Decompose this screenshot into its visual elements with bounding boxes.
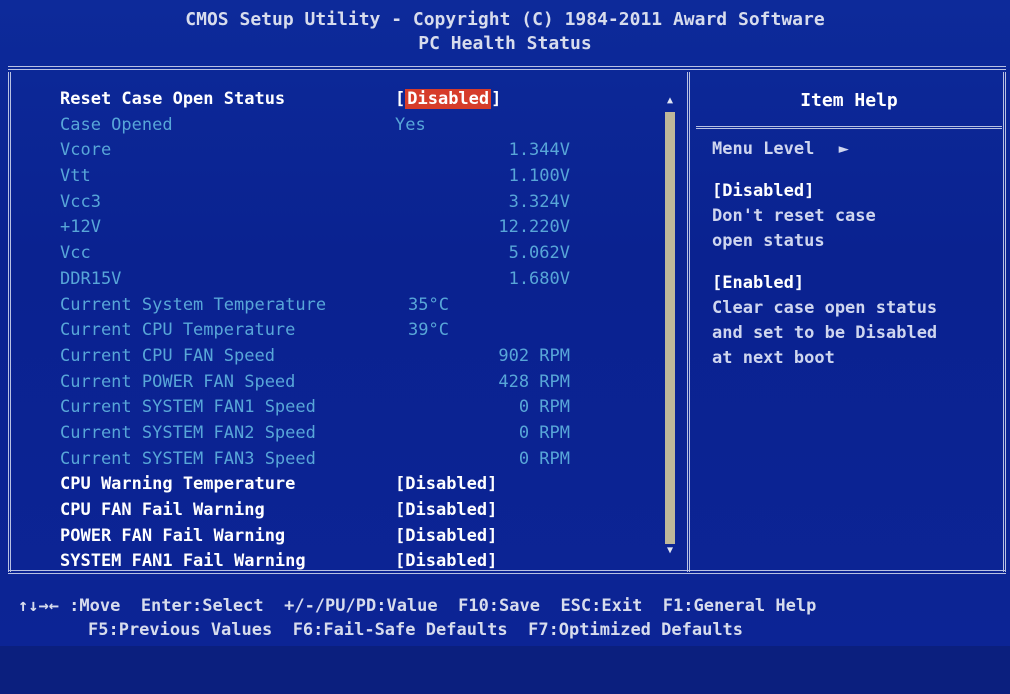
help-enabled-line-3: at next boot — [712, 348, 835, 368]
setting-value: 1.680V — [508, 268, 570, 289]
setting-label: CPU Warning Temperature — [60, 474, 296, 495]
setting-value[interactable]: [Disabled] — [395, 523, 497, 549]
page-title: PC Health Status — [418, 33, 592, 54]
setting-value: 1.344V — [508, 140, 570, 161]
setting-value: 5.062V — [508, 243, 570, 264]
setting-row: Current SYSTEM FAN2 Speed 0 RPM — [60, 420, 660, 446]
bios-screen: CMOS Setup Utility - Copyright (C) 1984-… — [0, 0, 1010, 646]
setting-label: Current POWER FAN Speed — [60, 371, 296, 392]
setting-label: Reset Case Open Status — [60, 89, 286, 109]
setting-row: Current SYSTEM FAN1 Speed 0 RPM — [60, 394, 660, 420]
help-enabled-title: [Enabled] — [712, 273, 805, 293]
app-title: CMOS Setup Utility - Copyright (C) 1984-… — [185, 9, 825, 30]
setting-row[interactable]: CPU FAN Fail Warning [Disabled] — [60, 497, 660, 523]
setting-label: Current SYSTEM FAN2 Speed — [60, 422, 316, 443]
setting-value: 0 RPM — [518, 448, 570, 469]
setting-label: Current System Temperature — [60, 294, 327, 315]
setting-row: Vcc3 3.324V — [60, 189, 660, 215]
setting-value: 12.220V — [498, 217, 570, 238]
setting-value: 0 RPM — [518, 422, 570, 443]
help-disabled-line-2: open status — [712, 231, 825, 251]
setting-value[interactable]: [Disabled] — [395, 471, 497, 497]
setting-label: Vcc3 — [60, 191, 101, 212]
menu-level-arrow-icon: ► — [838, 139, 849, 159]
help-disabled-title: [Disabled] — [712, 181, 815, 201]
setting-label: CPU FAN Fail Warning — [60, 500, 265, 520]
setting-label: POWER FAN Fail Warning — [60, 525, 286, 546]
setting-row: Current CPU FAN Speed 902 RPM — [60, 343, 660, 369]
scroll-up-icon[interactable]: ▲ — [664, 96, 676, 106]
item-help-heading: Item Help — [800, 90, 898, 111]
setting-label: Case Opened — [60, 114, 173, 135]
setting-label: Current CPU FAN Speed — [60, 345, 275, 366]
setting-value: 428 RPM — [498, 371, 570, 392]
setting-value[interactable]: [Disabled] — [395, 497, 497, 523]
setting-label: +12V — [60, 217, 101, 238]
setting-label: SYSTEM FAN1 Fail Warning — [60, 551, 306, 572]
header: CMOS Setup Utility - Copyright (C) 1984-… — [8, 8, 1002, 60]
key-legend-line-2: F5:Previous Values F6:Fail-Safe Defaults… — [88, 620, 744, 640]
setting-row[interactable]: Reset Case Open Status [Disabled] — [60, 86, 660, 112]
item-help-text: Menu Level ► [Disabled] Don't reset case… — [712, 137, 1002, 371]
scrollbar[interactable]: ▲ ▼ — [664, 96, 676, 556]
setting-row: +12V 12.220V — [60, 214, 660, 240]
settings-list: Reset Case Open Status[Disabled] Case Ope… — [60, 86, 660, 574]
setting-label: Current SYSTEM FAN1 Speed — [60, 397, 316, 418]
setting-value: 3.324V — [508, 191, 570, 212]
setting-value: 39°C — [408, 320, 449, 341]
setting-label: Current SYSTEM FAN3 Speed — [60, 448, 316, 469]
scroll-down-icon[interactable]: ▼ — [664, 546, 676, 556]
setting-value: Yes — [395, 114, 426, 135]
menu-level-line: Menu Level ► — [712, 137, 1002, 162]
help-divider — [696, 126, 1002, 129]
setting-row: Case Opened Yes — [60, 112, 660, 138]
help-enabled-line-1: Clear case open status — [712, 298, 938, 318]
scroll-track[interactable] — [665, 112, 675, 544]
key-legend: ↑↓→← :Move Enter:Select +/-/PU/PD:Value … — [0, 594, 1010, 694]
setting-value: 35°C — [408, 294, 449, 315]
setting-row: Current CPU Temperature 39°C — [60, 317, 660, 343]
help-disabled-line-1: Don't reset case — [712, 206, 876, 226]
setting-value[interactable]: [Disabled] — [395, 86, 501, 112]
setting-label: Vtt — [60, 166, 91, 187]
setting-row: Current POWER FAN Speed 428 RPM — [60, 369, 660, 395]
setting-row: Vcc 5.062V — [60, 240, 660, 266]
key-legend-line-1: ↑↓→← :Move Enter:Select +/-/PU/PD:Value … — [18, 596, 817, 616]
setting-value: 902 RPM — [498, 345, 570, 366]
setting-row: Current System Temperature 35°C — [60, 292, 660, 318]
setting-value: 0 RPM — [518, 397, 570, 418]
setting-row: Current SYSTEM FAN3 Speed 0 RPM — [60, 446, 660, 472]
setting-value: 1.100V — [508, 166, 570, 187]
help-enabled-line-2: and set to be Disabled — [712, 323, 938, 343]
setting-row[interactable]: CPU Warning Temperature [Disabled] — [60, 471, 660, 497]
setting-row[interactable]: SYSTEM FAN1 Fail Warning [Disabled] — [60, 548, 660, 574]
setting-row: Vtt 1.100V — [60, 163, 660, 189]
setting-row[interactable]: POWER FAN Fail Warning [Disabled] — [60, 523, 660, 549]
setting-label: Vcore — [60, 140, 112, 161]
setting-label: Vcc — [60, 243, 91, 264]
setting-label: DDR15V — [60, 268, 122, 289]
setting-row: Vcore 1.344V — [60, 137, 660, 163]
setting-value[interactable]: [Disabled] — [395, 548, 497, 574]
setting-label: Current CPU Temperature — [60, 320, 296, 341]
setting-row: DDR15V 1.680V — [60, 266, 660, 292]
menu-level-label: Menu Level — [712, 139, 815, 159]
